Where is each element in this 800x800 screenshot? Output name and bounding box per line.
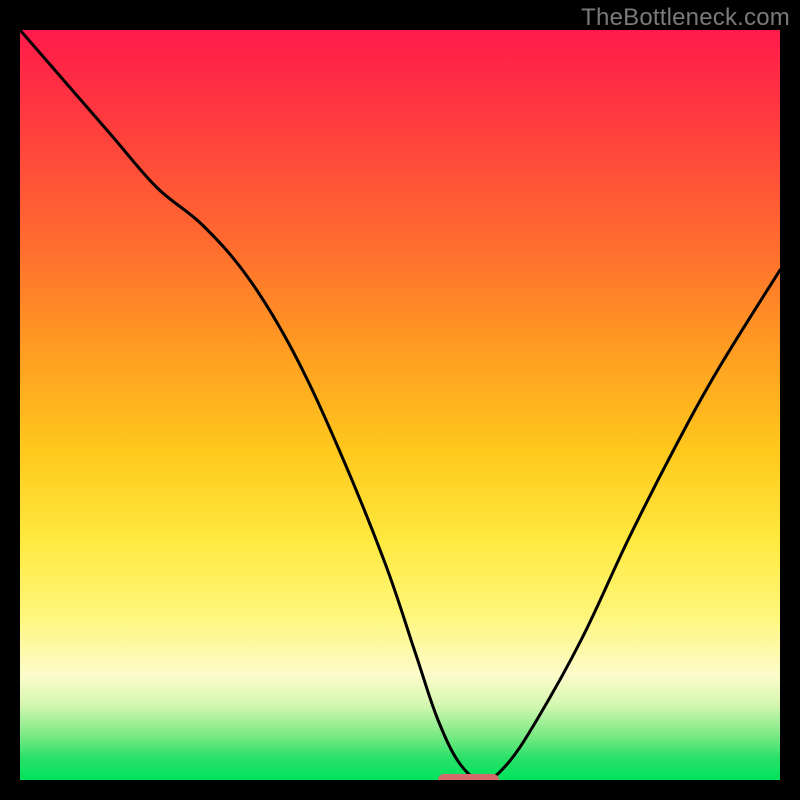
bottleneck-curve	[20, 30, 780, 780]
minimum-marker	[438, 774, 499, 780]
curve-path	[20, 30, 780, 780]
watermark-text: TheBottleneck.com	[581, 4, 790, 32]
chart-frame: TheBottleneck.com	[0, 0, 800, 800]
plot-area	[20, 30, 780, 780]
